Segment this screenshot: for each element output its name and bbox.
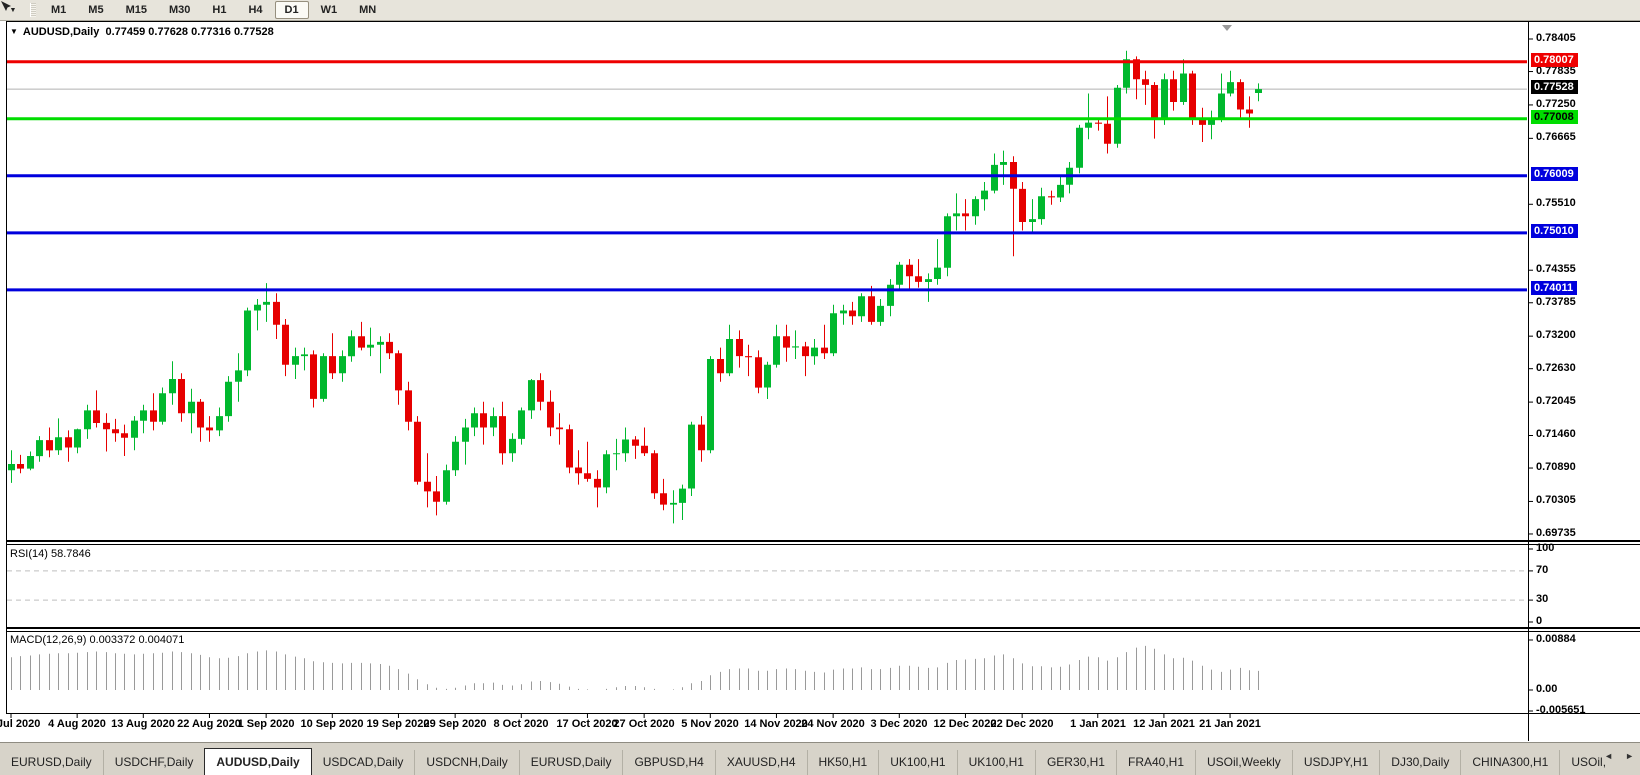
bearish-candle-wicks: [21, 56, 1250, 515]
price-axis-label: 0.70305: [1536, 494, 1576, 506]
rsi-panel[interactable]: [7, 571, 1528, 600]
date-axis-label: 24 Nov 2020: [801, 718, 865, 730]
date-axis-label: 17 Oct 2020: [556, 718, 617, 730]
panel-separator[interactable]: [6, 540, 1640, 542]
rsi-axis-label: 100: [1536, 542, 1554, 554]
date-axis-label: 14 Nov 2020: [744, 718, 808, 730]
date-axis-border: [6, 713, 1640, 714]
macd-axis-label: 0.00: [1536, 683, 1557, 695]
trading-platform-window: ▼ M1M5M15M30H1H4D1W1MN ▼AUDUSD,Daily 0.7…: [0, 0, 1640, 775]
chart-symbol-label: AUDUSD,Daily: [23, 26, 99, 38]
date-axis-label: 8 Oct 2020: [493, 718, 548, 730]
macd-histogram: [12, 646, 1259, 690]
chart-shift-marker-icon[interactable]: [1222, 25, 1232, 31]
price-axis-label: 0.72045: [1536, 395, 1576, 407]
chart-menu-caret-icon[interactable]: ▼: [10, 27, 18, 36]
chart-tab-uk100-h1[interactable]: UK100,H1: [878, 750, 956, 775]
date-axis-label: 29 Sep 2020: [424, 718, 487, 730]
chart-tab-uk100-h1[interactable]: UK100,H1: [957, 750, 1035, 775]
price-axis-label: 0.77250: [1536, 98, 1576, 110]
date-axis-label: 21 Jan 2021: [1199, 718, 1261, 730]
date-axis-label: 4 Aug 2020: [48, 718, 106, 730]
main-price-panel[interactable]: [7, 51, 1528, 524]
price-level-badge: 0.76009: [1531, 167, 1578, 181]
macd-panel-label: MACD(12,26,9) 0.003372 0.004071: [10, 634, 184, 646]
date-axis-label: 3 Dec 2020: [871, 718, 928, 730]
price-level-badge: 0.77528: [1531, 80, 1578, 94]
macd-axis-label: -0.005651: [1536, 704, 1586, 716]
price-axis-label: 0.73200: [1536, 329, 1576, 341]
date-axis-label: 27 Oct 2020: [613, 718, 674, 730]
date-axis-label: 1 Jan 2021: [1070, 718, 1126, 730]
chart-tab-usoil-weekly[interactable]: USOil,Weekly: [1195, 750, 1292, 775]
price-axis-label: 0.70890: [1536, 461, 1576, 473]
price-axis-label: 0.69735: [1536, 527, 1576, 539]
price-axis-label: 0.71460: [1536, 428, 1576, 440]
quote-open: 0.77459: [105, 26, 145, 38]
macd-panel[interactable]: [11, 646, 1259, 690]
rsi-axis-label: 70: [1536, 564, 1548, 576]
chart-tab-bar: EURUSD,DailyUSDCHF,DailyAUDUSD,DailyUSDC…: [0, 742, 1640, 775]
price-level-badge: 0.75010: [1531, 224, 1578, 238]
price-level-badge: 0.78007: [1531, 53, 1578, 67]
panel-separator: [6, 544, 1640, 545]
chart-tab-usdjpy-h1[interactable]: USDJPY,H1: [1292, 750, 1379, 775]
chart-tab-fra40-h1[interactable]: FRA40,H1: [1116, 750, 1195, 775]
panel-separator: [6, 631, 1640, 632]
price-level-badge: 0.77008: [1531, 110, 1578, 124]
price-axis-label: 0.78405: [1536, 32, 1576, 44]
chart-tab-china300-h1[interactable]: CHINA300,H1: [1460, 750, 1559, 775]
chart-tab-xauusd-h4[interactable]: XAUUSD,H4: [715, 750, 807, 775]
chart-tab-usdcad-daily[interactable]: USDCAD,Daily: [312, 750, 415, 775]
date-axis-label: 5 Nov 2020: [681, 718, 738, 730]
price-axis-label: 0.73785: [1536, 296, 1576, 308]
date-axis-label: 13 Aug 2020: [111, 718, 175, 730]
date-axis-label: 12 Dec 2020: [934, 718, 997, 730]
date-axis-label: 22 Dec 2020: [991, 718, 1054, 730]
chart-tab-dj30-daily[interactable]: DJ30,Daily: [1379, 750, 1460, 775]
chart-tab-usdchf-daily[interactable]: USDCHF,Daily: [103, 750, 205, 775]
date-axis-label: 25 Jul 2020: [0, 718, 40, 730]
rsi-axis-label: 0: [1536, 615, 1542, 627]
price-axis-label: 0.74355: [1536, 263, 1576, 275]
chart-canvas[interactable]: [0, 0, 1640, 775]
date-axis-label: 1 Sep 2020: [238, 718, 295, 730]
price-axis-label: 0.75510: [1536, 197, 1576, 209]
chart-tab-ger30-h1[interactable]: GER30,H1: [1035, 750, 1116, 775]
chart-frame-border: [6, 21, 1640, 22]
rsi-axis-label: 30: [1536, 593, 1548, 605]
quote-high: 0.77628: [148, 26, 188, 38]
chart-tab-usdcnh-daily[interactable]: USDCNH,Daily: [414, 750, 518, 775]
rsi-panel-label: RSI(14) 58.7846: [10, 548, 91, 560]
tab-scroll-left-button[interactable]: ◄: [1600, 748, 1617, 764]
price-axis-label: 0.76665: [1536, 131, 1576, 143]
quote-close: 0.77528: [234, 26, 274, 38]
price-level-badge: 0.74011: [1531, 281, 1577, 295]
chart-tab-eurusd-daily[interactable]: EURUSD,Daily: [0, 750, 103, 775]
date-axis-label: 19 Sep 2020: [367, 718, 430, 730]
date-axis-label: 10 Sep 2020: [301, 718, 364, 730]
chart-tab-audusd-daily[interactable]: AUDUSD,Daily: [204, 748, 311, 775]
panel-separator[interactable]: [6, 627, 1640, 629]
tab-scroll-right-button[interactable]: ►: [1621, 748, 1638, 764]
chart-tab-gbpusd-h4[interactable]: GBPUSD,H4: [622, 750, 714, 775]
chart-tab-eurusd-daily[interactable]: EURUSD,Daily: [519, 750, 623, 775]
date-axis-label: 22 Aug 2020: [177, 718, 241, 730]
chart-tab-hk50-h1[interactable]: HK50,H1: [807, 750, 879, 775]
price-axis-border: [1528, 21, 1529, 741]
price-axis-label: 0.72630: [1536, 362, 1576, 374]
chart-title[interactable]: ▼ AUDUSD,Daily 0.77459 0.77628 0.77316 0.…: [10, 26, 274, 38]
chart-frame-border: [6, 21, 7, 713]
quote-low: 0.77316: [191, 26, 231, 38]
macd-axis-label: 0.00884: [1536, 633, 1576, 645]
date-axis-label: 12 Jan 2021: [1133, 718, 1195, 730]
